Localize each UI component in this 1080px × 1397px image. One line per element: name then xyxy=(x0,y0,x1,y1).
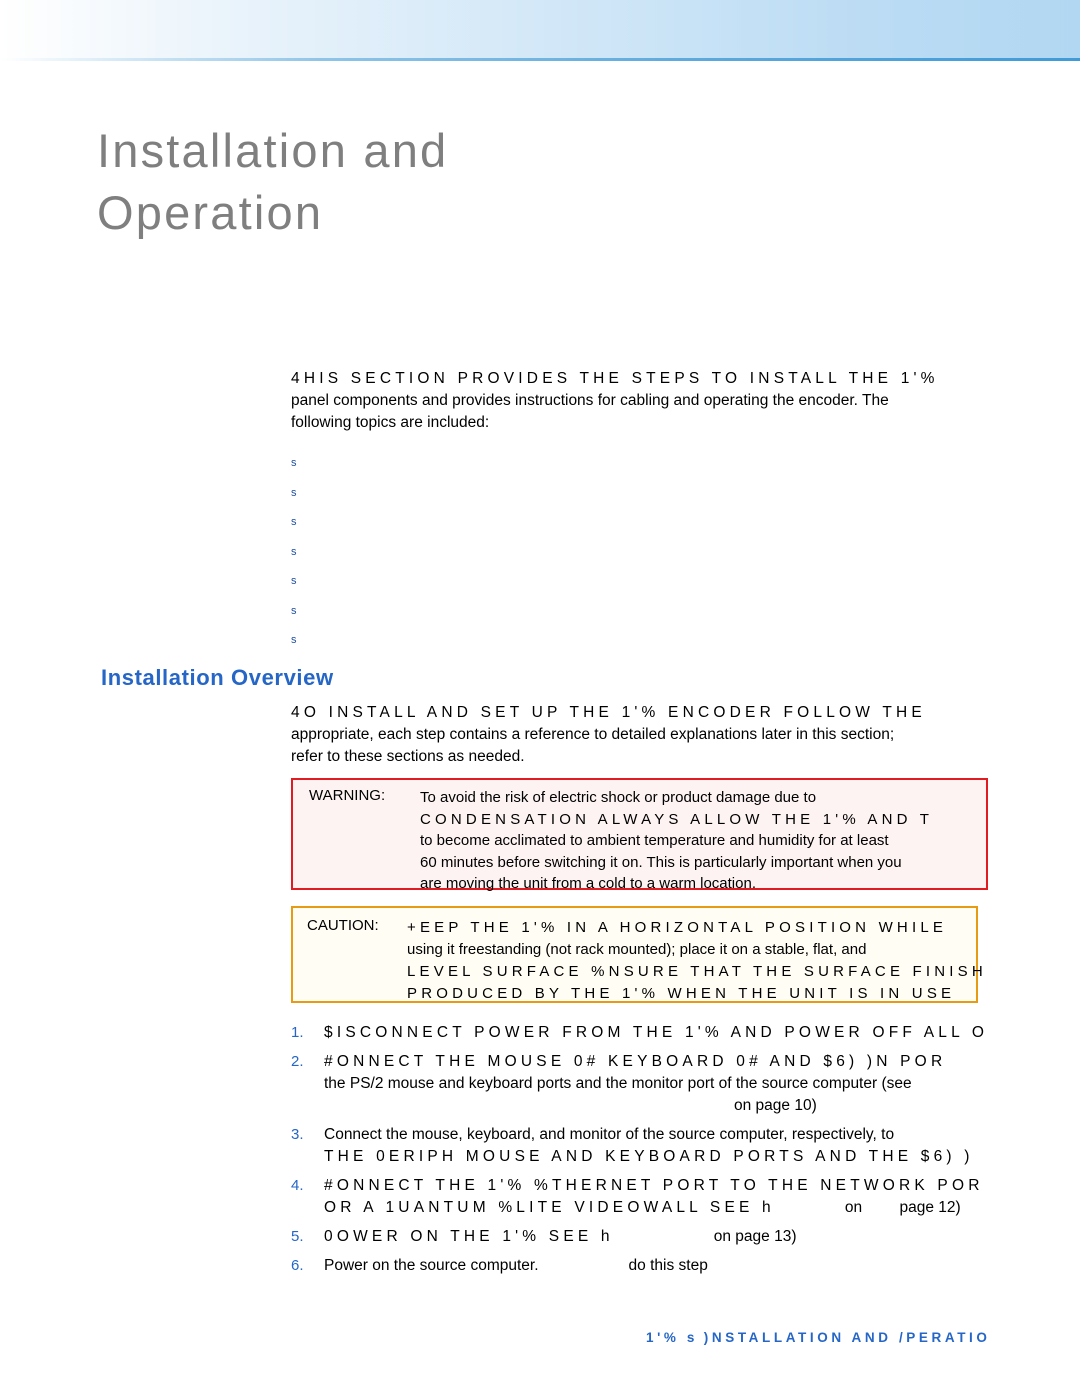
list-item[interactable]: s xyxy=(291,624,991,654)
page-title-line2: Operation xyxy=(97,186,324,239)
intro-line3: following topics are included: xyxy=(291,414,490,431)
footer-separator-icon: s xyxy=(686,1330,697,1345)
caution-body: +EEP THE 1'% IN A HORIZONTAL POSITION WH… xyxy=(407,917,1080,1005)
step-3: 3. Connect the mouse, keyboard, and moni… xyxy=(291,1124,1080,1168)
step-4-text: #ONNECT THE 1'% %THERNET PORT TO THE NET… xyxy=(324,1177,984,1194)
step-5-page-reference: on page 13) xyxy=(713,1228,797,1245)
bullet-icon: s xyxy=(291,457,297,469)
list-item[interactable]: s xyxy=(291,477,991,507)
step-6: 6. Power on the source computer. do this … xyxy=(291,1255,1080,1277)
list-item[interactable]: s xyxy=(291,536,991,566)
header-rule xyxy=(0,58,1080,61)
warning-line5: are moving the unit from a cold to a war… xyxy=(420,875,756,892)
warning-line1: To avoid the risk of electric shock or p… xyxy=(420,789,817,806)
page-title-line1: Installation and xyxy=(97,124,449,177)
step-1-number: 1. xyxy=(291,1024,304,1041)
list-item[interactable]: s xyxy=(291,565,991,595)
step-2: 2. #ONNECT THE MOUSE 0# KEYBOARD 0# AND … xyxy=(291,1051,1080,1117)
intro-caps-lead: 4HIS SECTION PROVIDES THE STEPS TO INSTA… xyxy=(291,370,939,387)
page-footer: 1'% s )NSTALLATION AND /PERATIO xyxy=(646,1330,991,1345)
header-gradient-band xyxy=(0,0,1080,58)
step-4-caps2: OR A 1UANTUM %LITE VIDEOWALL SEE h xyxy=(324,1199,775,1216)
list-item[interactable]: s xyxy=(291,506,991,536)
step-5-text: 0OWER ON THE 1'% SEE h on page 13) xyxy=(324,1226,1080,1248)
step-3-continuation: THE 0ERIPH MOUSE AND KEYBOARD PORTS AND … xyxy=(324,1148,974,1165)
bullet-icon: s xyxy=(291,486,297,499)
bullet-icon: s xyxy=(291,604,297,617)
step-2-text: #ONNECT THE MOUSE 0# KEYBOARD 0# AND $6)… xyxy=(324,1053,947,1070)
bullet-icon: s xyxy=(291,516,297,528)
step-6-number: 6. xyxy=(291,1257,304,1274)
caution-line3: LEVEL SURFACE %NSURE THAT THE SURFACE FI… xyxy=(407,963,987,980)
step-1: 1. $ISCONNECT POWER FROM THE 1'% AND POW… xyxy=(291,1022,1080,1044)
overview-line3: refer to these sections as needed. xyxy=(291,748,525,765)
warning-line4: 60 minutes before switching it on. This … xyxy=(420,853,902,871)
step-2-continuation: the PS/2 mouse and keyboard ports and th… xyxy=(324,1075,912,1092)
list-item[interactable]: s xyxy=(291,595,991,625)
step-4-on: on xyxy=(844,1199,863,1216)
overview-paragraph: 4O INSTALL AND SET UP THE 1'% ENCODER FO… xyxy=(291,702,1080,768)
step-5-number: 5. xyxy=(291,1228,304,1245)
step-4-page-reference: page 12) xyxy=(899,1199,961,1216)
step-3-number: 3. xyxy=(291,1126,304,1143)
bullet-icon: s xyxy=(291,634,297,646)
step-4-number: 4. xyxy=(291,1177,304,1194)
warning-label: WARNING: xyxy=(309,787,386,804)
topics-bullet-list: s s s s s s s xyxy=(291,447,991,654)
caution-line4: PRODUCED BY THE 1'% WHEN THE UNIT IS IN … xyxy=(407,985,956,1002)
overview-line2: appropriate, each step contains a refere… xyxy=(291,726,895,743)
warning-line2: CONDENSATION ALWAYS ALLOW THE 1'% AND T xyxy=(420,810,934,828)
step-4-continuation: OR A 1UANTUM %LITE VIDEOWALL SEE h on xyxy=(324,1199,862,1216)
step-6-note: do this step xyxy=(628,1257,708,1274)
caution-line1: +EEP THE 1'% IN A HORIZONTAL POSITION WH… xyxy=(407,919,948,936)
warning-line3: to become acclimated to ambient temperat… xyxy=(420,832,889,849)
caution-line2: using it freestanding (not rack mounted)… xyxy=(407,941,867,958)
warning-callout: WARNING: To avoid the risk of electric s… xyxy=(291,778,988,892)
step-5-caps: 0OWER ON THE 1'% SEE h xyxy=(324,1228,614,1245)
bullet-icon: s xyxy=(291,545,297,558)
intro-line2: panel components and provides instructio… xyxy=(291,392,889,409)
step-6-text: Power on the source computer. do this ste… xyxy=(324,1255,1080,1277)
caution-callout: CAUTION: +EEP THE 1'% IN A HORIZONTAL PO… xyxy=(291,906,983,1003)
step-1-text: $ISCONNECT POWER FROM THE 1'% AND POWER … xyxy=(324,1024,989,1041)
warning-body: To avoid the risk of electric shock or p… xyxy=(420,787,1080,895)
step-3-text: Connect the mouse, keyboard, and monitor… xyxy=(324,1126,895,1143)
step-6-line: Power on the source computer. xyxy=(324,1257,539,1274)
page-title: Installation and Operation xyxy=(97,120,797,244)
footer-product: 1'% xyxy=(646,1330,680,1345)
intro-paragraph: 4HIS SECTION PROVIDES THE STEPS TO INSTA… xyxy=(291,368,1080,434)
list-item[interactable]: s xyxy=(291,447,991,477)
installation-steps-list: 1. $ISCONNECT POWER FROM THE 1'% AND POW… xyxy=(291,1022,1080,1284)
step-2-page-reference: on page 10) xyxy=(734,1097,817,1114)
footer-text: )NSTALLATION AND /PERATIO xyxy=(703,1330,991,1345)
caution-label: CAUTION: xyxy=(307,917,379,934)
section-heading-installation-overview: Installation Overview xyxy=(101,665,334,690)
step-5: 5. 0OWER ON THE 1'% SEE h on page 13) xyxy=(291,1226,1080,1248)
bullet-icon: s xyxy=(291,575,297,587)
overview-caps-lead: 4O INSTALL AND SET UP THE 1'% ENCODER FO… xyxy=(291,704,926,721)
step-4: 4. #ONNECT THE 1'% %THERNET PORT TO THE … xyxy=(291,1175,1080,1219)
step-2-number: 2. xyxy=(291,1053,304,1070)
